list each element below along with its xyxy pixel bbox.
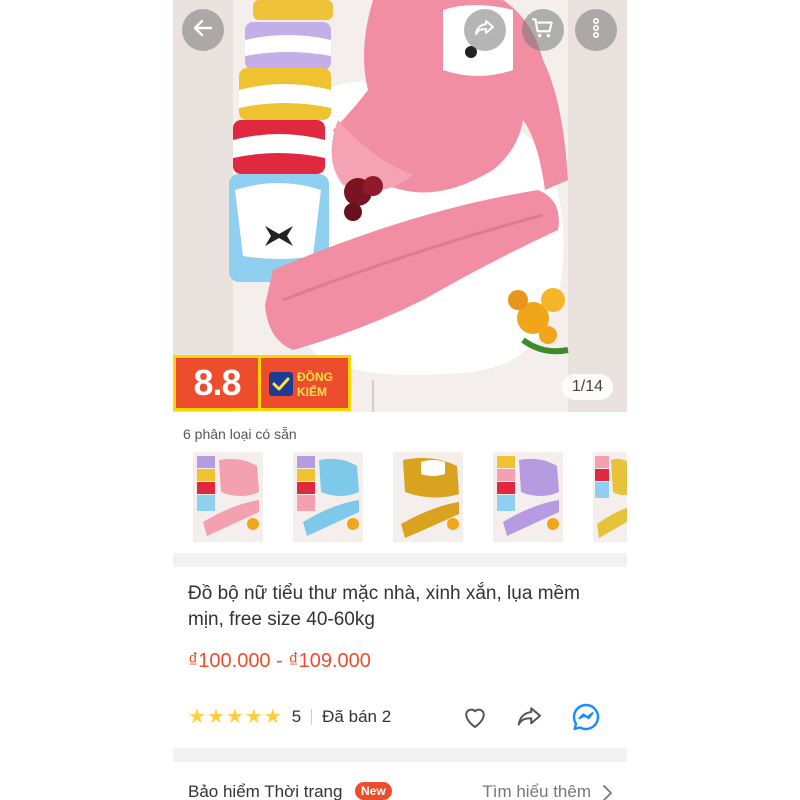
back-button[interactable]	[182, 9, 224, 51]
star-icon: ★	[225, 706, 244, 728]
rating-value: 5	[291, 707, 302, 726]
star-icon: ★	[244, 706, 263, 728]
more-vertical-icon	[584, 16, 608, 45]
sold-count: Đã bán 2	[322, 707, 392, 726]
product-page: 8.8 ĐỒNG KIỂM 1/14 6 phân loại có sẵn Đồ…	[173, 0, 627, 800]
insurance-title: Bảo hiểm Thời trang	[188, 782, 343, 800]
variation-thumb-mustard[interactable]	[593, 452, 627, 542]
messenger-icon	[570, 701, 602, 738]
section-divider	[173, 553, 627, 567]
new-badge: New	[355, 782, 392, 800]
cart-icon	[530, 15, 556, 46]
variation-thumb-blue[interactable]	[293, 452, 363, 542]
verified-badge: ĐỒNG KIỂM	[261, 355, 351, 411]
product-photo-illustration	[173, 0, 627, 412]
share-product-button[interactable]	[513, 702, 547, 736]
messenger-button[interactable]	[569, 702, 603, 736]
share-icon	[473, 16, 497, 45]
heart-icon	[460, 702, 490, 737]
more-options-button[interactable]	[575, 9, 617, 51]
section-divider	[173, 748, 627, 762]
star-icon: ★	[206, 706, 225, 728]
variation-thumb-purple[interactable]	[493, 452, 563, 542]
verified-label: ĐỒNG KIỂM	[297, 370, 333, 400]
variations-label: 6 phân loại có sẵn	[183, 426, 297, 442]
star-icon: ★	[188, 706, 206, 728]
score-badge: 8.8	[173, 355, 261, 411]
arrow-left-icon	[191, 16, 215, 45]
cart-button[interactable]	[522, 9, 564, 51]
image-counter: 1/14	[561, 374, 613, 400]
product-title: Đồ bộ nữ tiểu thư mặc nhà, xinh xắn, lụa…	[188, 583, 580, 630]
variation-thumbnails	[173, 452, 627, 544]
star-icon: ★	[263, 706, 282, 728]
verified-label-line1: ĐỒNG	[297, 370, 333, 384]
favorite-button[interactable]	[458, 702, 492, 736]
variation-thumb-yellow[interactable]	[393, 452, 463, 542]
divider	[311, 709, 313, 725]
learn-more-link[interactable]: Tìm hiểu thêm	[482, 782, 591, 800]
insurance-row[interactable]: Bảo hiểm Thời trang New Tìm hiểu thêm	[173, 772, 627, 800]
checkmark-icon	[269, 372, 293, 396]
share-button[interactable]	[464, 9, 506, 51]
share-icon	[515, 702, 545, 737]
variation-thumb-pink[interactable]	[193, 452, 263, 542]
rating-stars: ★ ★ ★ ★ ★	[188, 706, 282, 728]
chevron-right-icon	[601, 784, 613, 800]
rating-row: ★ ★ ★ ★ ★ 5 Đã bán 2	[188, 706, 391, 728]
verified-label-line2: KIỂM	[297, 385, 327, 399]
product-image[interactable]: 8.8 ĐỒNG KIỂM 1/14	[173, 0, 627, 412]
product-price: ₫100.000 - ₫109.000	[188, 650, 371, 672]
